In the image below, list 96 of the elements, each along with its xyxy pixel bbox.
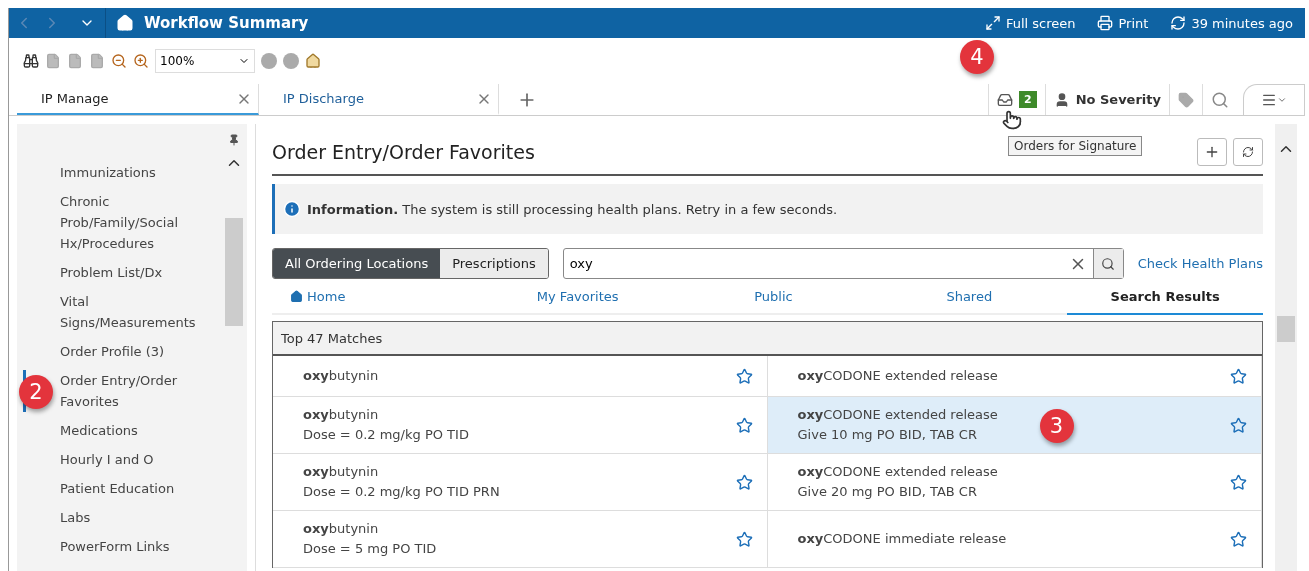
refresh-icon [1170,15,1187,31]
order-name: oxybutynin [303,406,380,424]
sidebar-item[interactable]: Labs [60,507,221,528]
inbox-icon [996,91,1013,108]
pin-icon[interactable] [228,134,240,146]
page-back-icon[interactable] [67,53,83,69]
circle-icon[interactable] [283,53,299,69]
add-button[interactable] [1197,138,1227,166]
nav-tab[interactable]: Shared [871,279,1068,315]
scrollbar-thumb[interactable] [225,218,243,326]
star-icon [735,367,753,385]
location-toggle[interactable]: Prescriptions [440,249,548,278]
star-icon [1230,367,1247,385]
favorite-button[interactable] [735,473,753,491]
caret-icon [1277,95,1287,105]
zoom-select[interactable]: 100% [155,49,255,73]
favorite-button[interactable] [1230,473,1247,491]
location-toggle[interactable]: All Ordering Locations [273,249,441,278]
nav-tab[interactable]: My Favorites [479,279,676,315]
window-title: Workflow Summary [144,14,309,32]
callout-marker: 4 [959,40,994,74]
favorite-button[interactable] [1230,416,1247,434]
order-detail: Dose = 0.2 mg/kg PO TID PRN [303,483,501,501]
order-name: oxyCODONE extended release [797,463,999,481]
nav-tab[interactable]: Public [675,279,872,315]
orders-button[interactable]: 2 [987,84,1045,115]
refresh-icon [1242,146,1254,158]
info-icon [283,200,301,218]
favorite-button[interactable] [735,367,753,385]
search-icon [1101,256,1116,271]
star-icon [735,473,753,491]
sidebar-item[interactable]: Hourly I and O [60,449,221,470]
page-icon[interactable] [45,53,61,69]
favorite-button[interactable] [1230,530,1247,548]
sidebar-item[interactable]: Order Entry/Order Favorites [60,370,221,412]
severity-button[interactable]: No Severity [1044,84,1169,115]
sidebar-item[interactable]: Medications [60,420,221,441]
scrollbar-thumb[interactable] [1277,316,1295,342]
scrollbar[interactable] [1275,124,1297,571]
print-icon [1097,15,1114,31]
order-detail: Give 20 mg PO BID, TAB CR [797,483,978,501]
hand-cursor-icon [1001,110,1022,130]
star-icon [735,530,753,548]
order-name: oxybutynin [303,520,380,538]
nav-tab[interactable]: Search Results [1067,279,1263,315]
refresh-button[interactable]: 39 minutes ago [1164,15,1299,31]
zoom-out-icon[interactable] [111,53,127,69]
info-message: Information. The system is still processing health plans. Retry in a few seconds. [307,201,838,217]
tab[interactable]: IP Manage [17,84,259,115]
order-name: oxyCODONE immediate release [797,530,1008,548]
house-icon[interactable] [305,53,321,69]
callout-marker: 3 [1039,409,1074,443]
order-detail: Dose = 0.2 mg/kg PO TID [303,426,470,444]
sidebar-item[interactable]: Immunizations [60,162,221,183]
result-item[interactable]: oxyCODONE extended release Give 10 mg PO BID, TAB CR 3 [767,397,1262,453]
order-name: oxybutynin [303,367,380,385]
search-button[interactable] [1092,249,1123,278]
sidebar-item[interactable]: PowerForm Links [60,536,221,557]
favorite-button[interactable] [1230,367,1247,385]
order-name: oxybutynin [303,463,380,481]
sidebar-item[interactable]: Chronic Prob/Family/Social Hx/Procedures [60,191,221,254]
refresh-button[interactable] [1233,138,1263,166]
sidebar-item[interactable]: Order Profile (3) [60,341,221,362]
home-icon [290,289,303,303]
check-health-plans-link[interactable]: Check Health Plans [1137,256,1263,271]
favorite-button[interactable] [735,530,753,548]
search-icon [1211,90,1229,109]
star-icon [1230,473,1247,491]
menu-button[interactable] [1243,84,1305,115]
tag-icon [1178,91,1194,108]
binoculars-icon[interactable] [23,53,39,69]
sidebar-item[interactable]: Vital Signs/Measurements [60,291,221,333]
star-icon [1230,530,1247,548]
star-icon [735,416,753,434]
order-name: oxyCODONE extended release [797,367,999,385]
search-field[interactable]: oxy [562,248,1124,279]
home-icon[interactable] [116,14,134,32]
fullscreen-icon [984,15,1001,31]
zoom-in-icon[interactable] [133,53,149,69]
sidebar-item[interactable]: Patient Education [60,478,221,499]
order-detail: Dose = 5 mg PO TID [303,540,438,558]
search-input[interactable]: oxy [563,256,1063,271]
nav-tab[interactable]: Home [272,279,480,315]
fullscreen-button[interactable]: Full screen [978,15,1082,31]
circle-icon[interactable] [261,53,277,69]
sidebar-item[interactable]: Problem List/Dx [60,262,221,283]
page-title: Order Entry/Order Favorites [272,141,535,163]
menu-icon [1261,92,1277,108]
star-icon [1230,416,1247,434]
favorite-button[interactable] [735,416,753,434]
callout-marker: 2 [19,375,53,409]
page-forward-icon[interactable] [89,53,105,69]
print-button[interactable]: Print [1091,15,1155,31]
tooltip: Orders for Signature [1007,136,1143,156]
results-header: Top 47 Matches [273,322,1262,356]
count-badge: 2 [1018,91,1037,108]
